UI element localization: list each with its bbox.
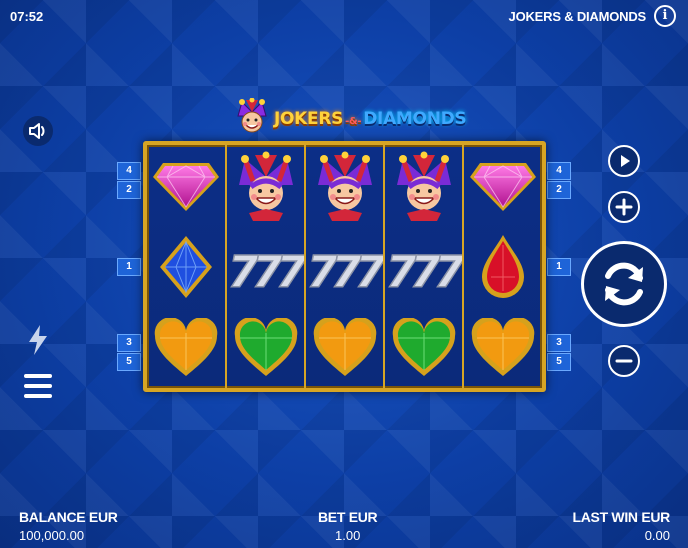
last-win-display: LAST WIN EUR 0.00 [572, 509, 670, 543]
autoplay-button[interactable] [608, 145, 640, 177]
symbol-pink-diamond-icon [147, 145, 224, 226]
lightning-icon [29, 325, 47, 355]
svg-text:7: 7 [276, 247, 304, 295]
logo-word-jokers: JOKERS [274, 109, 344, 129]
symbol-seven-seven-seven-icon: 777 [385, 226, 462, 307]
payline-marker-right[interactable]: 5 [547, 353, 571, 371]
bet-increase-button[interactable] [608, 191, 640, 223]
plus-icon [615, 198, 633, 216]
svg-text:7: 7 [434, 247, 462, 295]
bet-display: BET EUR 1.00 [318, 509, 378, 543]
reel-4: 777 [385, 145, 462, 388]
payline-marker-left[interactable]: 2 [117, 181, 141, 199]
balance-display: BALANCE EUR 100,000.00 [19, 509, 118, 543]
reel-2: 777 [227, 145, 304, 388]
last-win-label: LAST WIN EUR [572, 509, 670, 525]
symbol-green-heart-icon [385, 307, 462, 388]
symbol-blue-diamond-icon [147, 226, 224, 307]
symbol-pink-diamond-icon [464, 145, 541, 226]
last-win-value: 0.00 [644, 528, 670, 543]
reel-grid: 777 777 777 [143, 141, 546, 392]
bet-label: BET EUR [318, 509, 378, 525]
info-icon[interactable]: i [654, 5, 676, 27]
symbol-jester-icon [227, 145, 304, 226]
hamburger-menu-icon[interactable] [24, 374, 52, 406]
spin-arrows-icon [605, 262, 643, 306]
logo-word-diamonds: DIAMONDS [363, 109, 467, 129]
bet-value: 1.00 [335, 528, 361, 543]
symbol-orange-heart-icon [147, 307, 224, 388]
balance-label: BALANCE EUR [19, 509, 118, 525]
payline-marker-left[interactable]: 1 [117, 258, 141, 276]
symbol-seven-seven-seven-icon: 777 [306, 226, 383, 307]
payline-marker-left[interactable]: 5 [117, 353, 141, 371]
symbol-orange-heart-icon [464, 307, 541, 388]
symbol-red-drop-icon [464, 226, 541, 307]
svg-text:7: 7 [355, 247, 383, 295]
spin-button[interactable] [581, 241, 667, 327]
game-title: JOKERS & DIAMONDS [508, 9, 647, 24]
reel-3: 777 [306, 145, 383, 388]
payline-marker-left[interactable]: 4 [117, 162, 141, 180]
reel-5 [464, 145, 541, 388]
play-icon [621, 155, 630, 167]
payline-marker-left[interactable]: 3 [117, 334, 141, 352]
symbol-jester-icon [306, 145, 383, 226]
symbol-green-heart-icon [227, 307, 304, 388]
logo-ampersand: -&- [345, 116, 362, 127]
reel-1 [147, 145, 224, 388]
minus-icon [615, 359, 633, 363]
clock: 07:52 [10, 9, 44, 24]
turbo-button[interactable] [27, 324, 49, 356]
game-logo: JOKERS -&- DIAMONDS [230, 98, 467, 138]
symbol-seven-seven-seven-icon: 777 [227, 226, 304, 307]
bet-decrease-button[interactable] [608, 345, 640, 377]
payline-marker-right[interactable]: 3 [547, 334, 571, 352]
symbol-orange-heart-icon [306, 307, 383, 388]
symbol-jester-icon [385, 145, 462, 226]
payline-marker-right[interactable]: 4 [547, 162, 571, 180]
payline-marker-right[interactable]: 2 [547, 181, 571, 199]
sound-toggle-button[interactable] [23, 116, 53, 146]
balance-value: 100,000.00 [19, 528, 85, 543]
speaker-icon [29, 123, 45, 139]
logo-title: JOKERS -&- DIAMONDS [274, 109, 467, 129]
jester-logo-icon [237, 98, 267, 133]
payline-marker-right[interactable]: 1 [547, 258, 571, 276]
